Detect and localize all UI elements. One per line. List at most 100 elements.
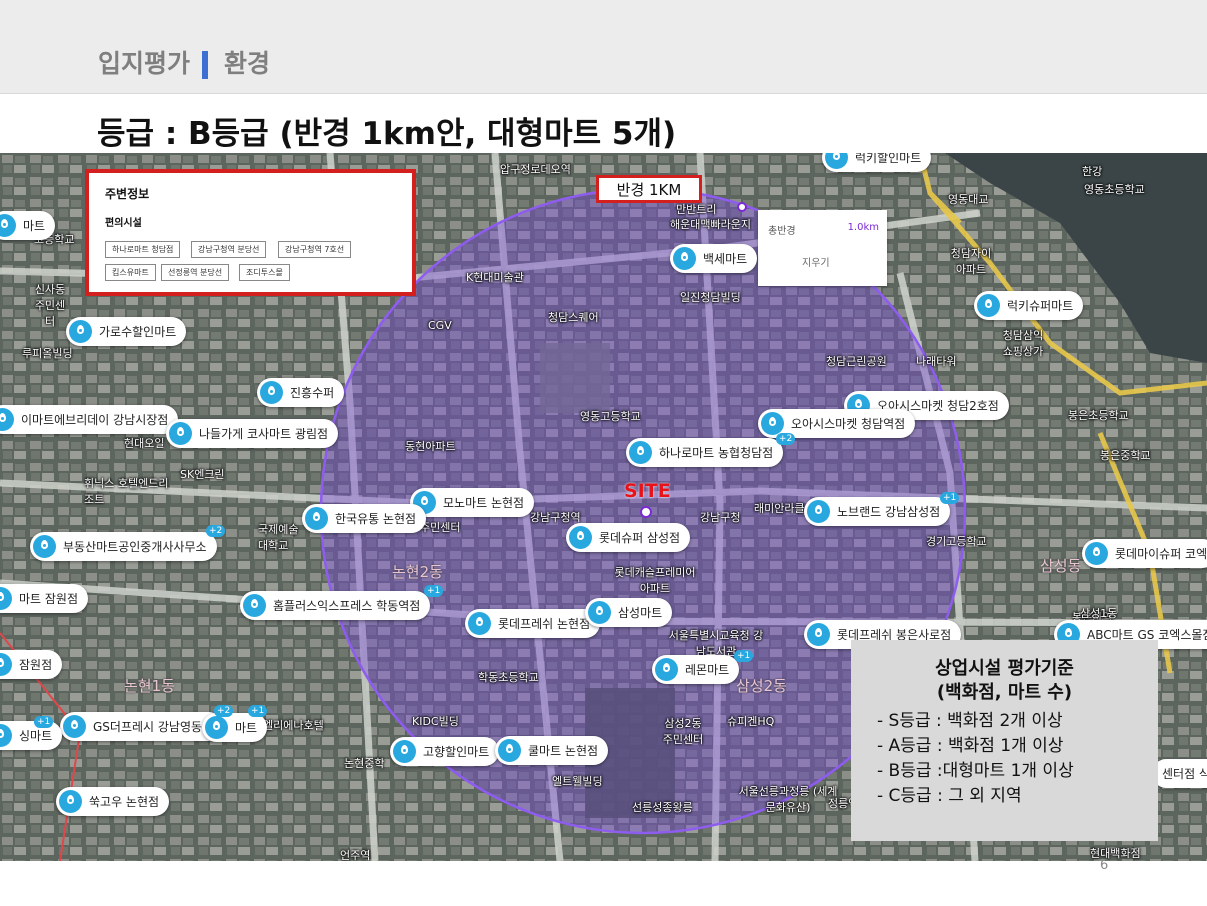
pin-label: 진흥수퍼 [290, 386, 335, 400]
map-pin[interactable]: 모노마트 논현점 [410, 488, 535, 517]
more-badge[interactable]: +1 [734, 650, 754, 662]
pin-label: 이마트에브리데이 강남시장점 [21, 413, 169, 427]
pin-label: 마트 잠원점 [19, 592, 79, 606]
map-pin[interactable]: 센터점 식품 [1152, 759, 1207, 788]
pin-label: 오아시스마켓 청담역점 [791, 417, 906, 431]
site-marker[interactable] [640, 506, 652, 518]
map-pin[interactable]: 이마트에브리데이 강남시장점 [0, 405, 179, 434]
pin-label: 롯데슈퍼 삼성점 [599, 531, 681, 545]
info-chip[interactable]: 하나로마트 청담점 [105, 241, 181, 258]
more-badge[interactable]: +2 [776, 433, 796, 445]
pin-icon [260, 381, 283, 404]
pin-label: 쑥고우 논현점 [89, 795, 160, 809]
pin-icon [0, 408, 14, 431]
map-label: 강남구청 [700, 511, 741, 524]
page-number: 6 [1100, 858, 1109, 873]
pin-label: 고향할인마트 [423, 745, 490, 759]
map-pin[interactable]: 하나로마트 농협청담점 [626, 438, 784, 467]
map-label: KIDC빌딩 [412, 715, 459, 728]
info-chip[interactable]: 강남구청역 7호선 [278, 241, 352, 258]
criteria-box: 상업시설 평가기준 (백화점, 마트 수) - S등급 : 백화점 2개 이상 … [851, 640, 1158, 841]
satellite-map[interactable]: 압구정로데오역 영동대교 한강 고등학교 신사동 주민센터 루피올빌딩 K현대미… [0, 153, 1207, 861]
criteria-item: - A등급 : 백화점 1개 이상 [877, 736, 1064, 756]
pin-label: 롯데프레쉬 논현점 [498, 617, 591, 631]
map-label: 영동초등학교 [1084, 183, 1145, 196]
pin-icon [59, 790, 82, 813]
map-pin[interactable]: 롯데프레쉬 논현점 [465, 609, 601, 638]
map-label: 청담자이 아파트 [950, 247, 992, 276]
map-pin[interactable]: GS더프레시 강남영동점 [60, 712, 224, 741]
info-chip[interactable]: 킴스유마트 [105, 264, 156, 281]
more-badge[interactable]: +1 [940, 492, 960, 504]
map-label: 동현아파트 [405, 440, 456, 453]
map-pin[interactable]: 고향할인마트 [390, 737, 500, 766]
pin-icon [807, 623, 830, 646]
map-pin[interactable]: 잠원점 [0, 650, 63, 679]
pin-label: 마트 [235, 721, 258, 735]
map-pin[interactable]: 마트 [202, 713, 268, 742]
pin-label: GS더프레시 강남영동점 [93, 720, 214, 734]
pin-icon [761, 412, 784, 435]
map-label: 삼성1동 [1080, 607, 1118, 620]
pin-label: 노브랜드 강남삼성점 [837, 505, 941, 519]
map-label: CGV [428, 319, 452, 332]
map-label: 봉은초등학교 [1068, 409, 1129, 422]
page-title: 등급 : B등급 (반경 1km안, 대형마트 5개) [97, 116, 677, 152]
map-pin[interactable]: 나들가게 코사마트 광림점 [166, 419, 339, 448]
site-label: SITE [624, 480, 671, 502]
pin-label: 센터점 식품 [1162, 767, 1207, 781]
map-label: 경기고등학교 [926, 535, 987, 548]
pin-icon [569, 526, 592, 549]
more-badge[interactable]: +2 [214, 705, 234, 717]
map-pin[interactable]: 쑥고우 논현점 [56, 787, 170, 816]
pin-icon [205, 716, 228, 739]
map-label: 삼성2동 주민센터 [662, 717, 704, 746]
map-label: 만반트리 [676, 203, 717, 216]
map-pin[interactable]: 레몬마트 [652, 655, 740, 684]
info-chip[interactable]: 강남구청역 분당선 [191, 241, 267, 258]
info-chip[interactable]: 선정릉역 분당선 [161, 264, 230, 281]
pin-icon [63, 715, 86, 738]
more-badge[interactable]: +1 [248, 705, 268, 717]
map-pin[interactable]: 럭키할인마트 [822, 153, 932, 172]
map-pin[interactable]: 럭키슈퍼마트 [974, 291, 1084, 320]
map-label: 청담스퀘어 [548, 311, 599, 324]
distance-tool[interactable]: 총반경 1.0km 지우기 [758, 210, 887, 286]
more-badge[interactable]: +2 [206, 525, 226, 537]
map-label: 엘리에나호텔 [263, 719, 324, 732]
pin-label: 삼성마트 [618, 606, 663, 620]
map-label: 현대백화점 [1090, 847, 1141, 860]
map-pin[interactable]: 롯데슈퍼 삼성점 [566, 523, 691, 552]
map-label: 서울선릉과정릉 (세계문화유산) [738, 785, 838, 814]
map-label: 청담근린공원 [826, 355, 887, 368]
map-pin[interactable]: 마트 잠원점 [0, 584, 89, 613]
map-pin[interactable]: 노브랜드 강남삼성점 [804, 497, 951, 526]
map-pin[interactable]: 삼성마트 [585, 598, 673, 627]
map-pin[interactable]: 쿨마트 논현점 [495, 736, 609, 765]
map-label: 신사동 주민센터 [34, 283, 66, 328]
map-label: 언주역 [340, 849, 371, 861]
pin-label: 한국유통 논현점 [335, 512, 417, 526]
more-badge[interactable]: +1 [34, 716, 54, 728]
map-pin[interactable]: 롯데마이슈퍼 코엑 [1082, 539, 1207, 568]
more-badge[interactable]: +1 [424, 585, 444, 597]
pin-label: 레몬마트 [685, 663, 730, 677]
clear-button[interactable]: 지우기 [802, 254, 830, 269]
pin-icon [69, 320, 92, 343]
pin-icon [977, 294, 1000, 317]
map-pin[interactable]: 진흥수퍼 [257, 378, 345, 407]
map-pin[interactable]: 홈플러스익스프레스 학동역점 [240, 591, 431, 620]
pin-icon [0, 724, 12, 747]
map-pin[interactable]: 부동산마트공인중개사사무소 [30, 532, 217, 561]
map-pin[interactable]: 한국유통 논현점 [302, 504, 427, 533]
map-pin[interactable]: 가로수할인마트 [66, 317, 187, 346]
map-pin[interactable]: 싱마트 [0, 721, 63, 750]
pin-icon [0, 653, 12, 676]
map-pin[interactable]: 백세마트 [670, 244, 758, 273]
map-label: 영동대교 [948, 193, 989, 206]
map-pin[interactable]: 마트 [0, 211, 56, 240]
info-chip[interactable]: 조디투스몰 [239, 264, 290, 281]
pin-label: 마트 [23, 219, 46, 233]
map-label: 논현중학 [344, 757, 385, 770]
pin-icon [629, 441, 652, 464]
